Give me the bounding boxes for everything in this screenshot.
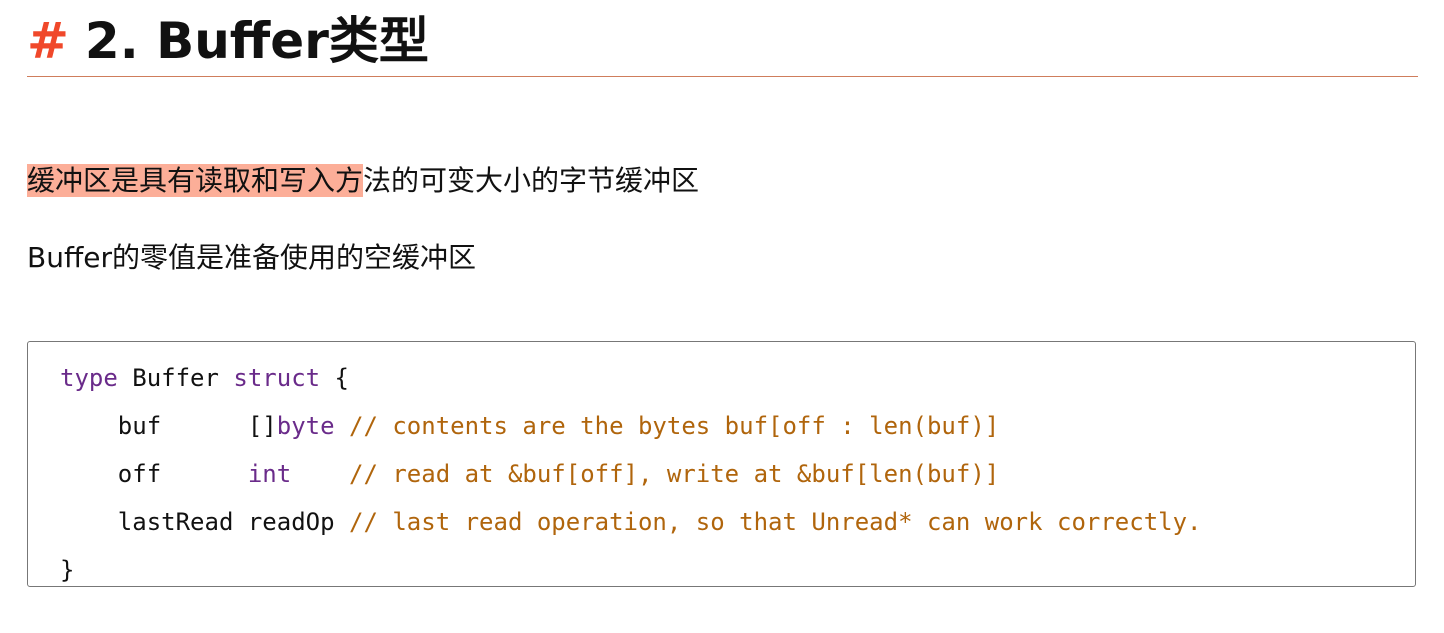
- paragraph-buffer-description: 缓冲区是具有读取和写入方法的可变大小的字节缓冲区: [27, 158, 699, 204]
- paragraph-zero-value: Buffer的零值是准备使用的空缓冲区: [27, 241, 476, 274]
- heading-text: 2. Buffer类型: [84, 12, 429, 70]
- code-field-off: off: [60, 460, 248, 488]
- code-type-name: Buffer: [117, 364, 234, 392]
- code-line-1: type Buffer struct {: [60, 354, 1415, 402]
- code-line-3: off int // read at &buf[off], write at &…: [60, 450, 1415, 498]
- code-line-4: lastRead readOp // last read operation, …: [60, 498, 1415, 546]
- code-comment-off: // read at &buf[off], write at &buf[len(…: [291, 460, 1000, 488]
- code-comment-lastread: // last read operation, so that Unread* …: [334, 508, 1202, 536]
- code-type-int: int: [247, 460, 292, 488]
- code-line-2: buf []byte // contents are the bytes buf…: [60, 402, 1415, 450]
- paragraph-text-rest: 法的可变大小的字节缓冲区: [363, 164, 700, 197]
- code-keyword-struct: struct: [233, 364, 321, 392]
- code-keyword-type: type: [60, 364, 118, 392]
- code-open-brace: {: [320, 364, 349, 392]
- code-field-lastread: lastRead readOp: [60, 508, 335, 536]
- code-line-5: }: [60, 546, 1415, 594]
- highlighted-text: 缓冲区是具有读取和写入方: [27, 164, 364, 197]
- code-close-brace: }: [60, 556, 75, 584]
- code-field-buf: buf []: [60, 412, 277, 440]
- code-type-byte: byte: [276, 412, 335, 440]
- code-block: type Buffer struct { buf []byte // conte…: [27, 341, 1416, 587]
- heading-hash-mark: #: [27, 12, 69, 70]
- heading-divider: [27, 76, 1418, 77]
- page-title: #2. Buffer类型: [27, 8, 1418, 74]
- code-comment-buf: // contents are the bytes buf[off : len(…: [334, 412, 1000, 440]
